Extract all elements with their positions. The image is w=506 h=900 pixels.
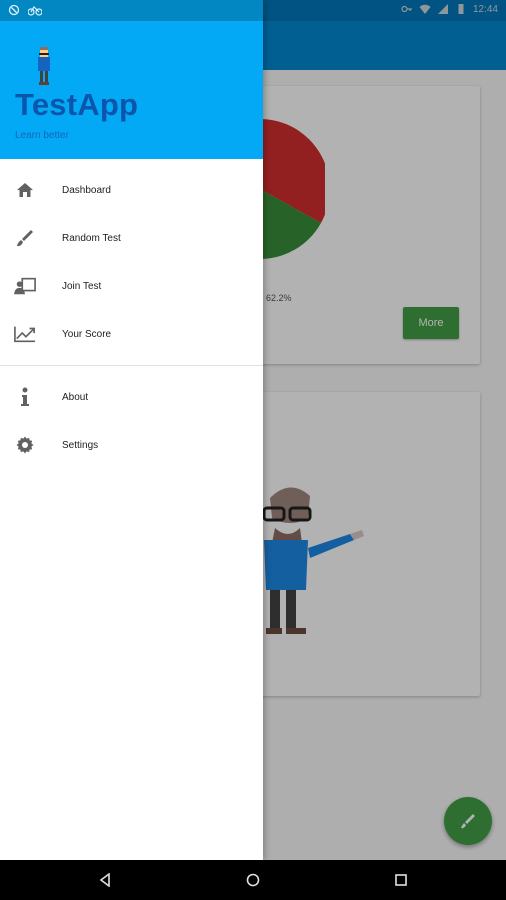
menu-item-label: Your Score	[62, 328, 112, 340]
back-icon[interactable]	[97, 872, 113, 888]
menu-item-about[interactable]: About	[0, 373, 263, 421]
drawer-status-area	[0, 0, 263, 21]
system-nav-bar	[0, 860, 506, 900]
home-icon	[14, 179, 36, 201]
menu-divider	[0, 365, 263, 366]
recents-icon[interactable]	[393, 872, 409, 888]
navigation-drawer: TestApp Learn better Dashboard Random Te…	[0, 0, 263, 860]
sync-icon	[8, 4, 20, 16]
home-nav-icon[interactable]	[245, 872, 261, 888]
menu-item-join-test[interactable]: Join Test	[0, 262, 263, 310]
presenter-icon	[14, 275, 36, 297]
menu-item-label: About	[62, 391, 89, 403]
brush-icon	[14, 227, 36, 249]
bike-icon	[28, 6, 42, 16]
menu-item-label: Join Test	[62, 280, 102, 292]
drawer-menu: Dashboard Random Test Join Test Your Sco…	[0, 166, 263, 469]
menu-item-label: Settings	[62, 439, 99, 451]
menu-item-dashboard[interactable]: Dashboard	[0, 166, 263, 214]
menu-item-your-score[interactable]: Your Score	[0, 310, 263, 358]
menu-item-label: Dashboard	[62, 184, 111, 196]
gear-icon	[14, 434, 36, 456]
info-icon	[14, 386, 36, 408]
menu-item-random-test[interactable]: Random Test	[0, 214, 263, 262]
avatar-icon	[38, 47, 50, 85]
drawer-header: TestApp Learn better	[0, 0, 263, 159]
trending-up-icon	[14, 323, 36, 345]
app-title: TestApp	[15, 87, 139, 122]
app-subtitle: Learn better	[15, 130, 69, 141]
menu-item-label: Random Test	[62, 232, 121, 244]
menu-item-settings[interactable]: Settings	[0, 421, 263, 469]
